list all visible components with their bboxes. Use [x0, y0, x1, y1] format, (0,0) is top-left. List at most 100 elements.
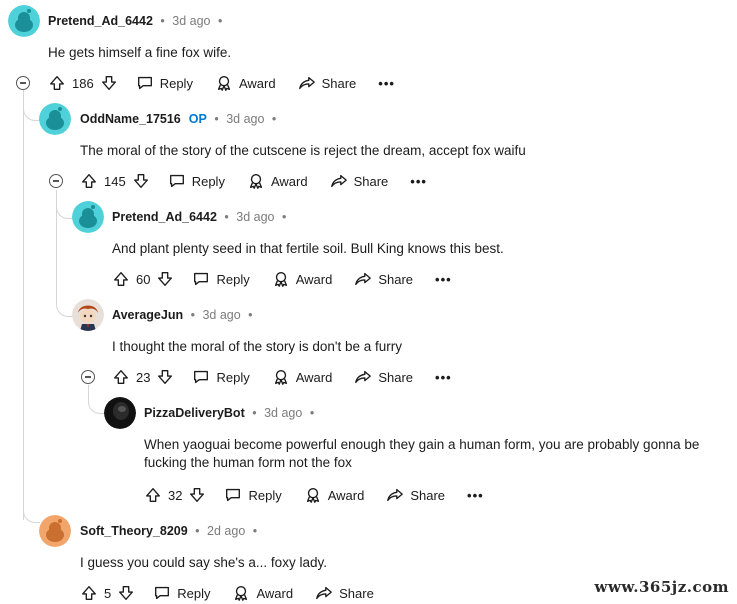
- comment-body-line: fucking the human form not the fox: [144, 455, 352, 470]
- username[interactable]: OddName_17516: [80, 112, 181, 126]
- reply-button[interactable]: Reply: [224, 486, 282, 504]
- separator-dot: •: [271, 112, 277, 126]
- award-label: Award: [238, 75, 276, 91]
- reply-button[interactable]: Reply: [168, 172, 225, 190]
- upvote-icon[interactable]: [112, 368, 130, 386]
- avatar[interactable]: [72, 299, 104, 331]
- share-label: Share: [321, 75, 357, 91]
- share-label: Share: [339, 585, 374, 601]
- downvote-icon[interactable]: [117, 584, 135, 602]
- collapse-button[interactable]: [81, 370, 95, 384]
- downvote-icon[interactable]: [188, 486, 206, 504]
- separator-dot: •: [282, 210, 287, 224]
- comment-meta: Soft_Theory_8209 • 2d ago •: [80, 524, 261, 538]
- vote-group: 186: [48, 74, 118, 92]
- share-icon: [355, 370, 372, 384]
- downvote-icon[interactable]: [156, 368, 174, 386]
- timestamp[interactable]: 3d ago: [172, 14, 210, 28]
- separator-dot: •: [309, 406, 315, 420]
- timestamp[interactable]: 3d ago: [264, 406, 302, 420]
- upvote-icon[interactable]: [112, 270, 130, 288]
- award-icon: [235, 586, 248, 601]
- vote-group: 145: [80, 172, 150, 190]
- username[interactable]: Pretend_Ad_6442: [112, 210, 217, 224]
- downvote-icon[interactable]: [156, 270, 174, 288]
- vote-group: 60: [112, 270, 174, 288]
- share-icon: [298, 76, 315, 90]
- award-button[interactable]: Award: [304, 486, 365, 504]
- reply-button[interactable]: Reply: [153, 584, 210, 602]
- share-button[interactable]: Share: [330, 172, 389, 190]
- vote-count: 32: [168, 487, 183, 503]
- more-options-button[interactable]: •••: [435, 370, 452, 385]
- share-button[interactable]: Share: [386, 486, 445, 504]
- separator-dot: •: [190, 308, 195, 322]
- username[interactable]: Pretend_Ad_6442: [48, 14, 153, 28]
- avatar[interactable]: [39, 103, 71, 135]
- award-button[interactable]: Award: [272, 368, 332, 386]
- reply-icon: [169, 174, 184, 188]
- vote-count: 23: [136, 369, 151, 385]
- upvote-icon[interactable]: [48, 74, 66, 92]
- award-label: Award: [327, 487, 365, 503]
- award-button[interactable]: Award: [272, 270, 332, 288]
- timestamp[interactable]: 3d ago: [236, 210, 274, 224]
- more-options-button[interactable]: •••: [378, 76, 395, 91]
- downvote-icon[interactable]: [132, 172, 150, 190]
- collapse-button[interactable]: [16, 76, 30, 90]
- share-button[interactable]: Share: [354, 368, 413, 386]
- award-icon: [274, 272, 287, 287]
- avatar[interactable]: [39, 515, 71, 547]
- award-label: Award: [256, 585, 294, 601]
- comment-meta: Pretend_Ad_6442 • 3d ago •: [48, 14, 226, 28]
- more-options-button[interactable]: •••: [435, 272, 452, 287]
- thread-branch: [23, 100, 40, 121]
- upvote-icon[interactable]: [80, 172, 98, 190]
- comment-actions: 5 Reply Award Share: [80, 582, 396, 604]
- more-options-button[interactable]: •••: [410, 174, 427, 189]
- upvote-icon[interactable]: [80, 584, 98, 602]
- reply-button[interactable]: Reply: [192, 270, 250, 288]
- share-icon: [387, 488, 404, 502]
- vote-group: 5: [80, 584, 135, 602]
- award-button[interactable]: Award: [215, 74, 276, 92]
- award-button[interactable]: Award: [232, 584, 293, 602]
- reply-icon: [194, 370, 209, 384]
- share-button[interactable]: Share: [315, 584, 374, 602]
- reply-button[interactable]: Reply: [136, 74, 193, 92]
- reply-icon: [155, 586, 170, 600]
- more-options-button[interactable]: •••: [467, 488, 484, 503]
- reply-label: Reply: [191, 173, 225, 189]
- username[interactable]: Soft_Theory_8209: [80, 524, 188, 538]
- avatar[interactable]: [72, 201, 104, 233]
- upvote-icon[interactable]: [144, 486, 162, 504]
- reply-icon: [137, 76, 152, 90]
- share-button[interactable]: Share: [354, 270, 413, 288]
- thread-branch: [88, 385, 105, 414]
- award-button[interactable]: Award: [247, 172, 308, 190]
- timestamp[interactable]: 3d ago: [202, 308, 240, 322]
- timestamp[interactable]: 3d ago: [226, 112, 264, 126]
- op-badge: OP: [188, 112, 207, 126]
- avatar[interactable]: [8, 5, 40, 37]
- share-label: Share: [410, 487, 446, 503]
- comment-body: I thought the moral of the story is don'…: [112, 339, 402, 354]
- separator-dot: •: [214, 112, 219, 126]
- collapse-button[interactable]: [49, 174, 63, 188]
- username[interactable]: PizzaDeliveryBot: [144, 406, 245, 420]
- share-label: Share: [378, 369, 414, 385]
- comment-meta: Pretend_Ad_6442 • 3d ago •: [112, 210, 290, 224]
- username[interactable]: AverageJun: [112, 308, 183, 322]
- timestamp[interactable]: 2d ago: [207, 524, 245, 538]
- downvote-icon[interactable]: [100, 74, 118, 92]
- vote-group: 23: [112, 368, 174, 386]
- reply-button[interactable]: Reply: [192, 368, 250, 386]
- avatar[interactable]: [104, 397, 136, 429]
- comment-actions: 60 Reply Award Share •••: [112, 268, 452, 290]
- reply-label: Reply: [216, 369, 250, 385]
- thread-branch: [23, 500, 40, 523]
- reply-icon: [226, 488, 241, 502]
- share-label: Share: [353, 173, 389, 189]
- comment-body: When yaoguai become powerful enough they…: [144, 436, 699, 472]
- share-button[interactable]: Share: [298, 74, 357, 92]
